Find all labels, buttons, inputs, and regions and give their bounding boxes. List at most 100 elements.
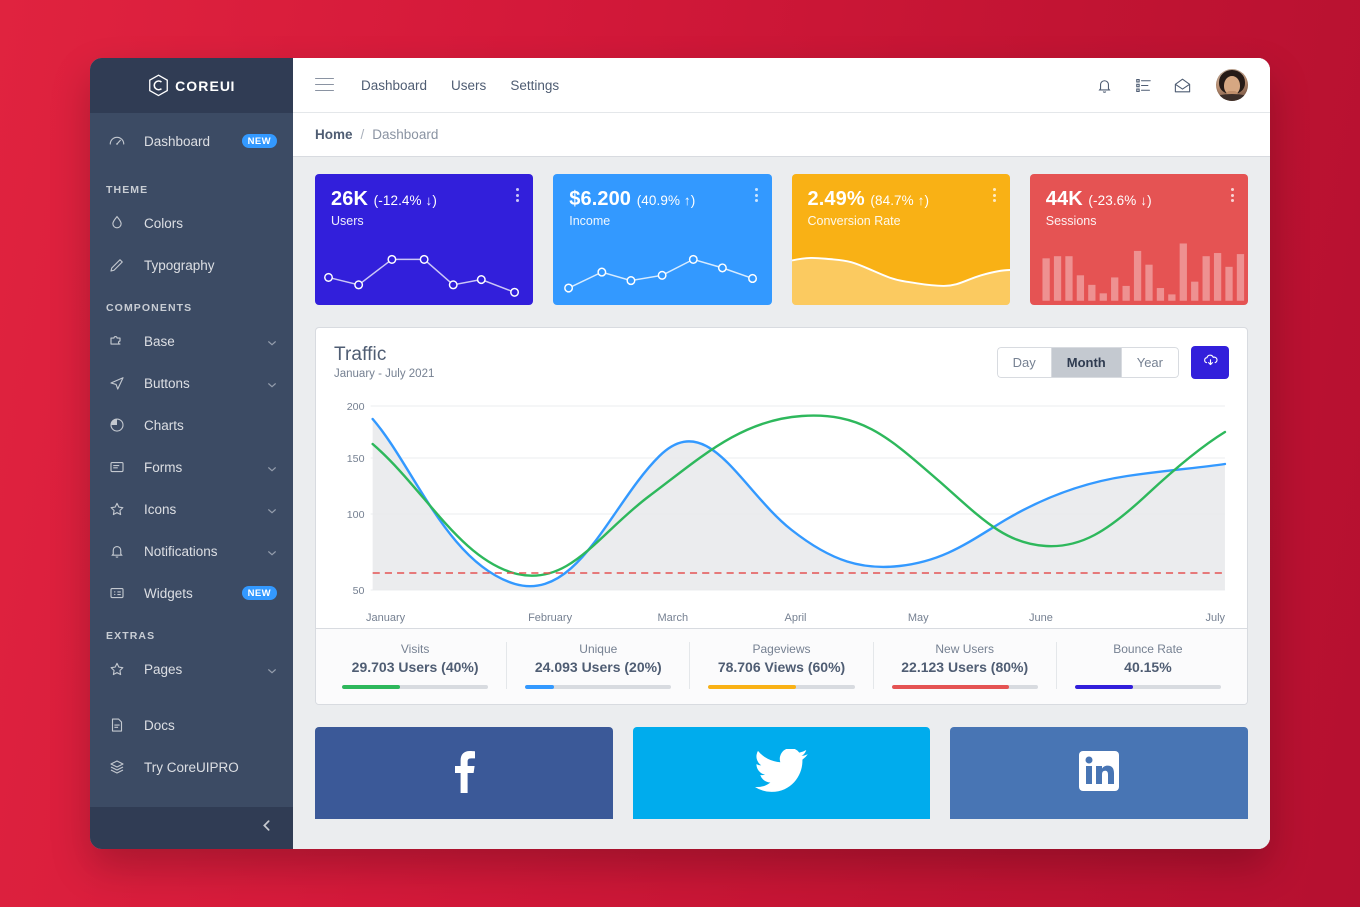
stat-delta: (-23.6% ↓): [1088, 193, 1152, 208]
stat-value: $6.200 (40.9% ↑): [569, 188, 696, 210]
chevron-down-icon: [267, 664, 277, 674]
traffic-card: Traffic January - July 2021 Day Month Ye…: [315, 327, 1248, 705]
footer-stat-value: 22.123 Users (80%): [901, 659, 1029, 675]
bell-icon: [106, 541, 127, 562]
breadcrumb-current: Dashboard: [372, 127, 439, 142]
range-button-day[interactable]: Day: [996, 347, 1051, 378]
social-card-facebook[interactable]: [315, 727, 613, 819]
stat-card-users[interactable]: 26K (-12.4% ↓) Users: [315, 174, 534, 305]
list-icon[interactable]: [1134, 76, 1153, 95]
cursor-icon: [106, 373, 127, 394]
sidebar-collapse-button[interactable]: [90, 807, 293, 849]
brand-text: COREUI: [175, 77, 235, 94]
stat-value: 44K (-23.6% ↓): [1045, 188, 1152, 210]
breadcrumb: Home / Dashboard: [293, 113, 1270, 157]
traffic-controls: Day Month Year: [996, 344, 1229, 379]
sidebar-item-charts[interactable]: Charts: [90, 404, 293, 446]
envelope-open-icon[interactable]: [1173, 76, 1192, 95]
social-card-twitter[interactable]: [632, 727, 931, 819]
facebook-icon: [452, 749, 476, 798]
stat-card-conversion-rate[interactable]: 2.49% (84.7% ↑) Conversion Rate: [791, 174, 1010, 305]
sidebar-item-forms[interactable]: Forms: [90, 446, 293, 488]
download-button[interactable]: [1191, 346, 1229, 379]
stat-delta: (-12.4% ↓): [373, 193, 437, 208]
sidebar-item-label: Dashboard: [144, 133, 211, 149]
sidebar-group-title-components: COMPONENTS: [106, 302, 193, 314]
stat-card-income[interactable]: $6.200 (40.9% ↑) Income: [553, 174, 772, 305]
sidebar-item-base[interactable]: Base: [90, 320, 293, 362]
topbar-link-users[interactable]: Users: [451, 78, 486, 93]
sidebar-item-label: Typography: [144, 257, 215, 273]
progress-bar: [1074, 685, 1222, 689]
file-icon: [106, 715, 127, 736]
stat-value: 2.49% (84.7% ↑): [807, 188, 930, 210]
sidebar-item-label: Try CoreUIPRO: [144, 759, 239, 775]
sidebar-item-label: Pages: [144, 661, 183, 677]
sidebar-badge-new: NEW: [241, 134, 277, 148]
footer-stat-value: 29.703 Users (40%): [351, 659, 479, 675]
sidebar-item-dashboard[interactable]: Dashboard NEW: [90, 120, 293, 162]
linkedin-icon: [1077, 749, 1121, 798]
x-tick-january: January: [366, 612, 406, 624]
page-title: Traffic: [334, 344, 387, 365]
sidebar-item-typography[interactable]: Typography: [90, 244, 293, 286]
social-card-linkedin[interactable]: [950, 727, 1249, 819]
sidebar-item-label: Widgets: [144, 585, 193, 601]
sidebar-item-buttons[interactable]: Buttons: [90, 362, 293, 404]
footer-stat-value: 40.15%: [1124, 659, 1172, 675]
footer-stat-label: Visits: [400, 642, 430, 656]
footer-stat-value: 24.093 Users (20%): [534, 659, 662, 675]
income-sparkline-chart: [553, 235, 771, 305]
card-options-button[interactable]: [1231, 188, 1234, 205]
droplet-icon: [106, 213, 127, 234]
traffic-footer-stats: Visits 29.703 Users (40%) Unique 24.093 …: [316, 628, 1247, 704]
sidebar-item-pages[interactable]: Pages: [90, 648, 293, 690]
footer-stat-label: Unique: [579, 642, 618, 656]
topbar-link-settings[interactable]: Settings: [510, 78, 559, 93]
sidebar-item-widgets[interactable]: Widgets NEW: [90, 572, 293, 614]
stat-card-sessions[interactable]: 44K (-23.6% ↓) Sessions: [1029, 174, 1248, 305]
topbar-link-dashboard[interactable]: Dashboard: [361, 78, 427, 93]
sidebar-brand[interactable]: COREUI: [90, 58, 293, 113]
sidebar-item-label: Buttons: [144, 375, 190, 391]
progress-bar: [891, 685, 1038, 689]
svg-text:150: 150: [347, 453, 365, 465]
range-button-month[interactable]: Month: [1050, 347, 1121, 378]
bell-icon[interactable]: [1095, 76, 1114, 95]
users-sparkline-chart: [315, 235, 533, 305]
chart-x-axis-labels: January February March April May June Ju…: [334, 612, 1229, 624]
progress-bar: [342, 685, 489, 689]
chevron-down-icon: [267, 336, 277, 346]
card-options-button[interactable]: [754, 188, 758, 205]
stat-label: Sessions: [1045, 214, 1097, 228]
sidebar-item-docs[interactable]: Docs: [90, 704, 293, 746]
card-options-button[interactable]: [516, 188, 520, 205]
content-area: 26K (-12.4% ↓) Users $6.200 (40.9% ↑) In…: [293, 157, 1270, 849]
breadcrumb-separator: /: [360, 127, 365, 142]
sidebar-item-notifications[interactable]: Notifications: [90, 530, 293, 572]
main-column: Dashboard Users Settings Home / Dashboar…: [293, 58, 1270, 849]
sidebar-item-colors[interactable]: Colors: [90, 202, 293, 244]
sidebar-item-icons[interactable]: Icons: [90, 488, 293, 530]
notes-icon: [106, 457, 127, 478]
stat-label: Conversion Rate: [807, 214, 901, 228]
breadcrumb-home[interactable]: Home: [315, 127, 353, 142]
sidebar-item-label: Docs: [144, 717, 175, 733]
layers-icon: [106, 757, 127, 778]
sidebar-item-try-coreui-pro[interactable]: Try CoreUIPRO: [90, 746, 293, 788]
chevron-left-icon: [260, 819, 273, 837]
topbar: Dashboard Users Settings: [293, 58, 1270, 113]
avatar-shoulder: [1216, 94, 1248, 101]
traffic-date-range: January - July 2021: [334, 368, 435, 380]
x-tick-may: May: [907, 612, 929, 624]
hamburger-icon[interactable]: [315, 77, 334, 93]
footer-stat-unique: Unique 24.093 Users (20%): [507, 642, 691, 689]
footer-stat-visits: Visits 29.703 Users (40%): [324, 642, 508, 689]
coreui-hexagon-logo-icon: [148, 74, 169, 97]
card-options-button[interactable]: [992, 188, 996, 205]
svg-text:100: 100: [347, 509, 365, 521]
sidebar-group-title-extras: EXTRAS: [106, 630, 156, 642]
range-button-group: Day Month Year: [996, 347, 1179, 378]
range-button-year[interactable]: Year: [1120, 347, 1179, 378]
avatar[interactable]: [1216, 69, 1248, 101]
